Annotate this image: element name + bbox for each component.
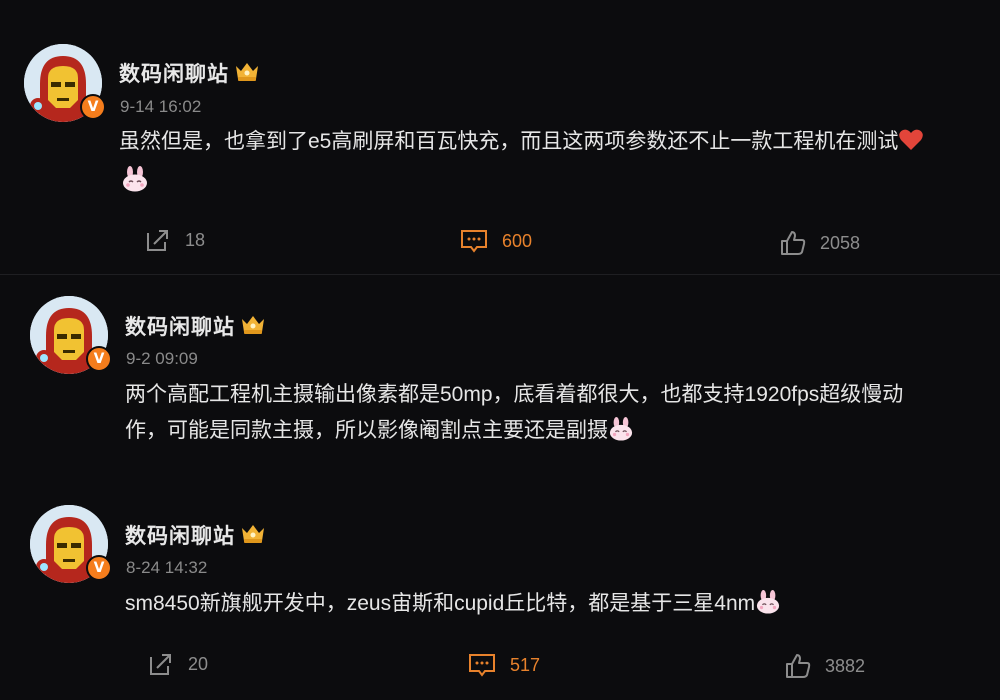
crown-icon [242, 525, 264, 543]
like-icon [786, 654, 811, 678]
like-button[interactable]: 3882 [785, 653, 865, 679]
forward-count: 18 [185, 229, 206, 250]
post-text: 虽然但是，也拿到了e5高刷屏和百瓦快充，而且这两项参数还不止一款工程机在测试 [119, 124, 979, 160]
crown-icon [242, 316, 264, 334]
like-count: 3882 [825, 655, 866, 676]
username[interactable]: 数码闲聊站 [119, 58, 229, 88]
post-time: 9-14 16:02 [120, 97, 202, 116]
post-text-line: 虽然但是，也拿到了e5高刷屏和百瓦快充，而且这两项参数还不止一款工程机在测试 [119, 130, 899, 153]
comment-button[interactable]: 517 [468, 652, 540, 678]
forward-count: 20 [188, 653, 209, 674]
comment-button[interactable]: 600 [460, 228, 532, 254]
post-text-line: 作，可能是同款主摄，所以影像阉割点主要还是副摄 [125, 419, 608, 442]
comment-count: 517 [510, 654, 541, 675]
username[interactable]: 数码闲聊站 [125, 520, 235, 550]
forward-icon [147, 230, 168, 251]
rabbit-emoji [123, 166, 147, 192]
like-button[interactable]: 2058 [780, 230, 860, 256]
rabbit-emoji [757, 590, 780, 614]
verified-badge: V [86, 555, 112, 581]
post-text-line: sm8450新旗舰开发中，zeus宙斯和cupid丘比特，都是基于三星4nm [125, 592, 756, 615]
verified-badge: V [86, 346, 112, 372]
comment-icon [469, 654, 495, 677]
comment-icon [461, 230, 487, 253]
forward-button[interactable]: 18 [145, 228, 205, 252]
username[interactable]: 数码闲聊站 [125, 311, 235, 341]
like-count: 2058 [820, 232, 861, 253]
crown-icon [236, 63, 258, 81]
forward-icon [150, 654, 171, 675]
weibo-feed: V 数码闲聊站 9-14 16:02 虽然但是，也拿到了e5高刷屏和百瓦快充，而… [0, 0, 1000, 700]
comment-count: 600 [502, 230, 533, 251]
forward-button[interactable]: 20 [148, 652, 208, 676]
heart-emoji [899, 129, 924, 150]
rabbit-emoji [609, 417, 633, 441]
verified-badge: V [80, 94, 106, 120]
divider [0, 274, 1000, 275]
post-text: 两个高配工程机主摄输出像素都是50mp，底看着都很大，也都支持1920fps超级… [125, 377, 985, 449]
avatar[interactable]: V [24, 44, 106, 122]
like-icon [781, 231, 806, 255]
post-time: 8-24 14:32 [126, 558, 208, 577]
avatar[interactable]: V [30, 296, 112, 374]
post-text-line: 两个高配工程机主摄输出像素都是50mp，底看着都很大，也都支持1920fps超级… [125, 383, 904, 406]
post-time: 9-2 09:09 [126, 349, 198, 368]
avatar[interactable]: V [30, 505, 112, 583]
post-text: sm8450新旗舰开发中，zeus宙斯和cupid丘比特，都是基于三星4nm [125, 586, 985, 622]
